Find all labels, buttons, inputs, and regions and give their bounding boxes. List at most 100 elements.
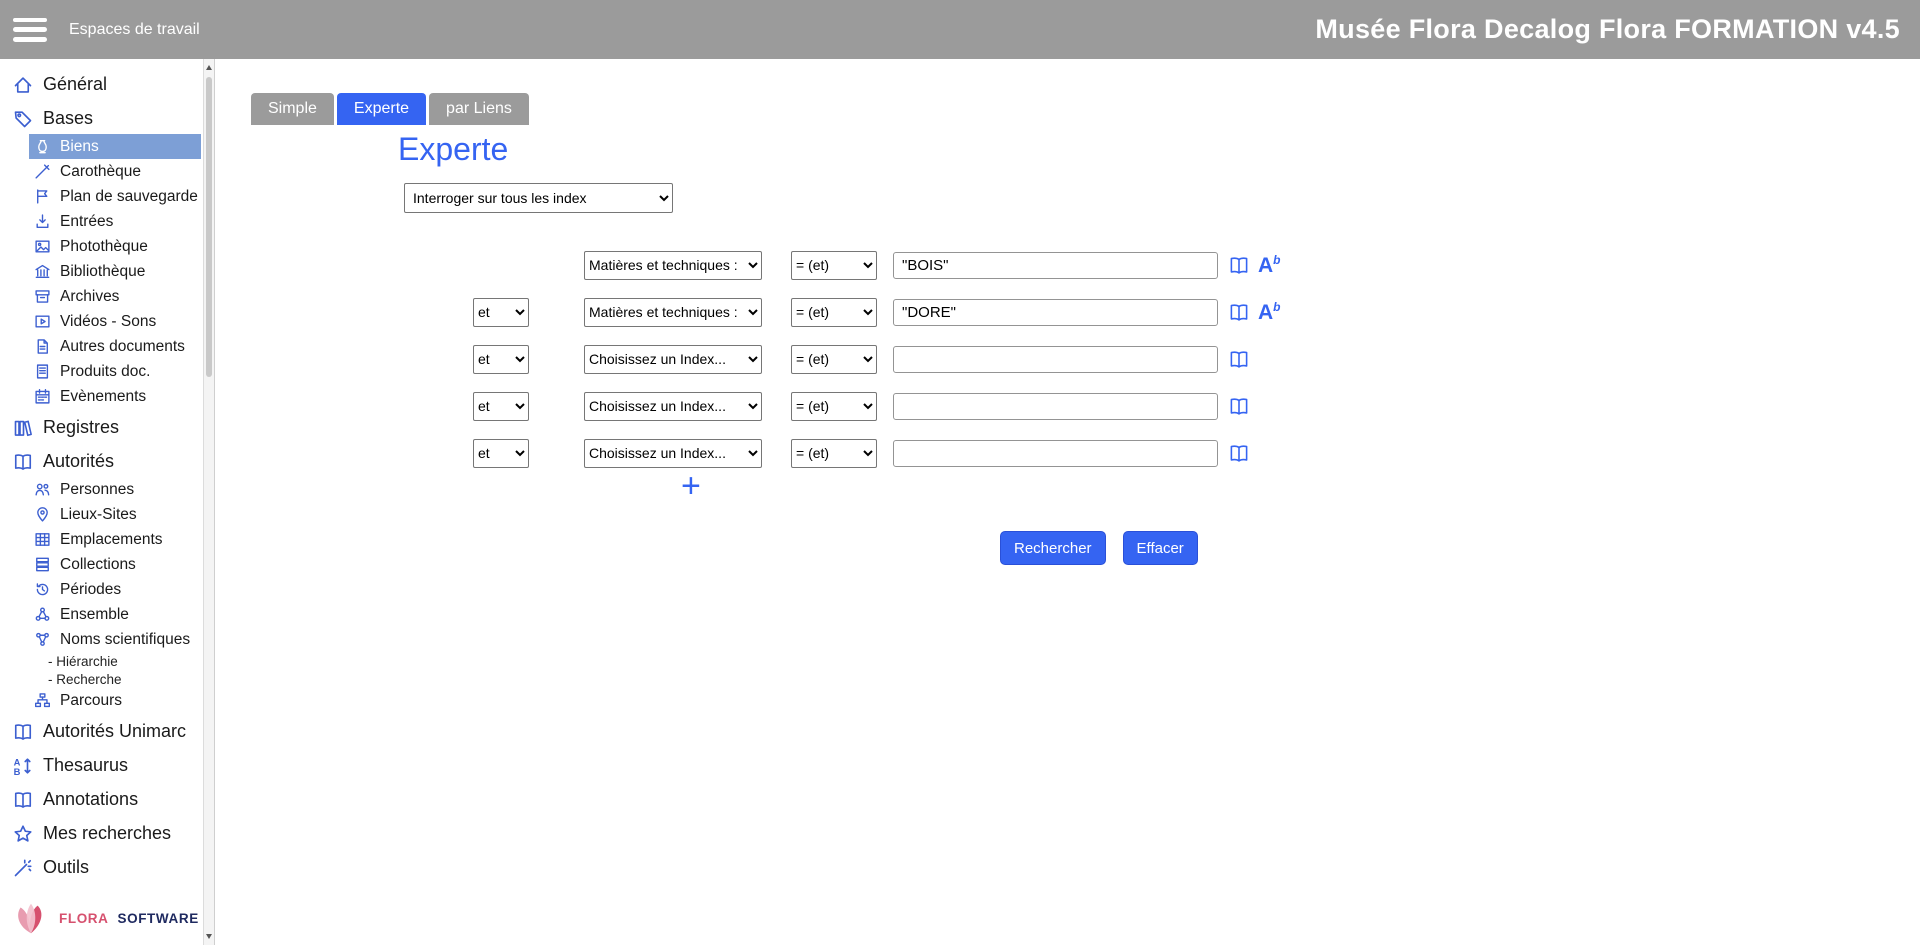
star-icon — [13, 824, 33, 844]
search-value-input[interactable] — [893, 299, 1218, 326]
sidebar-item-archives[interactable]: Archives — [29, 284, 201, 309]
search-value-input[interactable] — [893, 346, 1218, 373]
sidebar-item-autorites-unimarc[interactable]: Autorités Unimarc — [0, 716, 214, 747]
comparison-operator-select[interactable]: = (et) — [791, 298, 877, 327]
comparison-operator-select[interactable]: = (et) — [791, 439, 877, 468]
tree-icon — [34, 692, 51, 709]
search-button[interactable]: Rechercher — [1000, 531, 1106, 565]
tab-par-liens[interactable]: par Liens — [429, 93, 529, 125]
sidebar-scrollbar[interactable] — [203, 59, 214, 945]
clear-button[interactable]: Effacer — [1123, 531, 1198, 565]
index-browse-book-icon[interactable] — [1227, 349, 1251, 370]
sidebar-item-label: Autorités Unimarc — [43, 721, 186, 742]
boolean-operator-select[interactable]: et — [473, 298, 529, 327]
sidebar-item-label: Personnes — [60, 481, 134, 499]
sidebar-item-label: Ensemble — [60, 606, 129, 624]
sidebar-item-label: Périodes — [60, 581, 121, 599]
sidebar-item-label: Thesaurus — [43, 755, 128, 776]
sidebar-item-emplacements[interactable]: Emplacements — [29, 527, 201, 552]
sidebar-item-phototheque[interactable]: Photothèque — [29, 234, 201, 259]
sidebar-item-label: Biens — [60, 138, 99, 156]
index-browse-book-icon[interactable] — [1227, 396, 1251, 417]
sidebar-item-label: Lieux-Sites — [60, 506, 137, 524]
index-select[interactable]: Choisissez un Index... — [584, 345, 762, 374]
sidebar-item-label: Emplacements — [60, 531, 163, 549]
case-sensitive-icon[interactable]: Ab — [1258, 254, 1281, 276]
wand-icon — [13, 858, 33, 878]
sidebar-item-autorites[interactable]: Autorités — [0, 446, 214, 477]
index-select[interactable]: Matières et techniques : — [584, 298, 762, 327]
comparison-operator-select[interactable]: = (et) — [791, 392, 877, 421]
sidebar: GénéralBases Biens CarothèquePlan de sauve… — [0, 59, 215, 945]
sidebar-item-collections[interactable]: Collections — [29, 552, 201, 577]
index-scope-select[interactable]: Interroger sur tous les index — [404, 183, 673, 213]
search-value-input[interactable] — [893, 393, 1218, 420]
sidebar-item-thesaurus[interactable]: ABThesaurus — [0, 750, 214, 781]
boolean-operator-slot: et — [473, 392, 529, 421]
svg-text:B: B — [14, 766, 21, 775]
sidebar-item-bases[interactable]: Bases — [0, 103, 214, 134]
download-icon — [34, 213, 51, 230]
flora-logo: FLORA SOFTWARE — [10, 899, 199, 937]
openbook-icon — [13, 722, 33, 742]
sidebar-item-outils[interactable]: Outils — [0, 852, 214, 883]
sidebar-item-general[interactable]: Général — [0, 69, 214, 100]
sidebar-item-periodes[interactable]: Périodes — [29, 577, 201, 602]
boolean-operator-select[interactable]: et — [473, 439, 529, 468]
index-browse-book-icon[interactable] — [1227, 443, 1251, 464]
sidebar-item-biens[interactable]: Biens — [29, 134, 201, 159]
sidebar-item-label: Registres — [43, 417, 119, 438]
comparison-operator-select[interactable]: = (et) — [791, 251, 877, 280]
sidebar-item-entrees[interactable]: Entrées — [29, 209, 201, 234]
scroll-down-icon[interactable] — [204, 930, 214, 943]
scrollbar-thumb[interactable] — [206, 77, 212, 377]
menu-icon[interactable] — [13, 18, 47, 42]
add-criterion-button[interactable]: + — [681, 469, 701, 503]
top-bar: Espaces de travail Musée Flora Decalog F… — [0, 0, 1920, 59]
sidebar-item-label: Collections — [60, 556, 136, 574]
search-value-input[interactable] — [893, 252, 1218, 279]
sidebar-item-annotations[interactable]: Annotations — [0, 784, 214, 815]
sidebar-item-carotheque[interactable]: Carothèque — [29, 159, 201, 184]
boolean-operator-select[interactable]: et — [473, 392, 529, 421]
case-sensitive-icon[interactable]: Ab — [1258, 301, 1281, 323]
main-content: SimpleExpertepar Liens Experte Interroge… — [215, 59, 1920, 945]
criteria-row: et Matières et techniques : = (et) Ab — [473, 296, 1281, 328]
index-select[interactable]: Choisissez un Index... — [584, 392, 762, 421]
photo-icon — [34, 238, 51, 255]
sidebar-item-produits-doc[interactable]: Produits doc. — [29, 359, 201, 384]
index-browse-book-icon[interactable] — [1227, 255, 1251, 276]
sidebar-item-lieux-sites[interactable]: Lieux-Sites — [29, 502, 201, 527]
index-select[interactable]: Matières et techniques : — [584, 251, 762, 280]
comparison-operator-select[interactable]: = (et) — [791, 345, 877, 374]
flora-logo-icon — [10, 899, 52, 937]
sidebar-item-registres[interactable]: Registres — [0, 412, 214, 443]
index-select[interactable]: Choisissez un Index... — [584, 439, 762, 468]
index-browse-book-icon[interactable] — [1227, 302, 1251, 323]
tab-experte[interactable]: Experte — [337, 93, 426, 125]
sidebar-item-hierarchie[interactable]: - Hiérarchie — [0, 652, 214, 670]
sidebar-item-autres-documents[interactable]: Autres documents — [29, 334, 201, 359]
tab-simple[interactable]: Simple — [251, 93, 334, 125]
criteria-row: et Choisissez un Index... = (et) — [473, 390, 1251, 422]
openbook-icon — [13, 452, 33, 472]
sidebar-item-plan-de-sauvegarde[interactable]: Plan de sauvegarde — [29, 184, 201, 209]
sidebar-item-mes-recherches[interactable]: Mes recherches — [0, 818, 214, 849]
sidebar-item-evenements[interactable]: Evènements — [29, 384, 201, 409]
history-icon — [34, 581, 51, 598]
action-buttons: Rechercher Effacer — [1000, 531, 1198, 565]
people-icon — [34, 481, 51, 498]
sidebar-item-bibliotheque[interactable]: Bibliothèque — [29, 259, 201, 284]
criteria-row: Matières et techniques : = (et) Ab — [473, 249, 1281, 281]
boolean-operator-select[interactable]: et — [473, 345, 529, 374]
sidebar-item-ensemble[interactable]: Ensemble — [29, 602, 201, 627]
sidebar-item-personnes[interactable]: Personnes — [29, 477, 201, 502]
search-tabs: SimpleExpertepar Liens — [251, 93, 529, 125]
sidebar-item-label: Autorités — [43, 451, 114, 472]
sidebar-item-recherche[interactable]: - Recherche — [0, 670, 214, 688]
sidebar-item-videos-sons[interactable]: Vidéos - Sons — [29, 309, 201, 334]
sidebar-item-noms-scientifiques[interactable]: Noms scientifiques — [29, 627, 201, 652]
sidebar-item-parcours[interactable]: Parcours — [29, 688, 201, 713]
search-value-input[interactable] — [893, 440, 1218, 467]
scroll-up-icon[interactable] — [204, 61, 214, 74]
